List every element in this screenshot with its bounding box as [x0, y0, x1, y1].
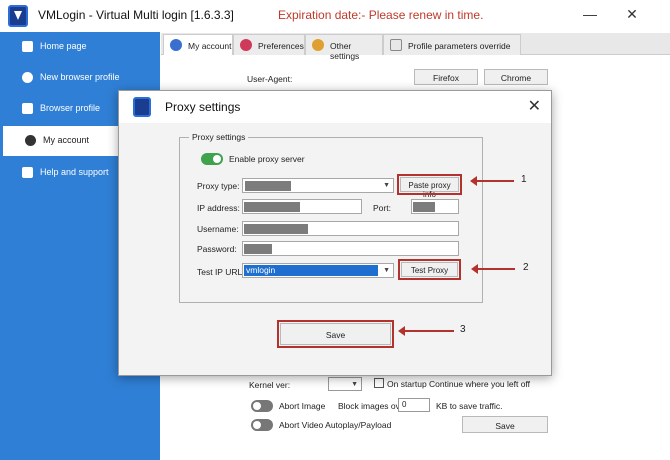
chevron-down-icon: ▼	[383, 267, 390, 274]
group-title: Proxy settings	[189, 132, 249, 142]
annotation-arrow-2	[471, 264, 515, 274]
username-label: Username:	[197, 224, 239, 234]
redacted-value	[245, 181, 291, 191]
folder-icon	[22, 103, 33, 114]
redacted-value	[244, 224, 308, 234]
annotation-number-2: 2	[523, 262, 529, 273]
sidebar-item-label: Home page	[40, 41, 87, 51]
annotation-number-3: 3	[460, 324, 466, 335]
plus-icon	[22, 72, 33, 83]
app-logo-icon	[133, 97, 151, 117]
startup-label: On startup Continue where you left off	[387, 379, 531, 389]
tab-label: My account	[188, 41, 232, 51]
username-input[interactable]	[242, 221, 459, 236]
tab-other-settings[interactable]: Other settings	[305, 34, 383, 61]
chevron-down-icon: ▼	[383, 182, 390, 189]
annotation-arrow-1	[470, 176, 514, 186]
abort-video-toggle[interactable]	[251, 419, 273, 431]
proxy-settings-dialog: Proxy settings ✕ Proxy settings Enable p…	[118, 90, 552, 376]
sidebar-item-label: Browser profile	[40, 103, 101, 113]
tab-profile-parameters[interactable]: Profile parameters override	[383, 34, 521, 55]
enable-proxy-label: Enable proxy server	[229, 154, 305, 164]
proxy-type-select[interactable]: ▼	[242, 178, 394, 193]
app-title: VMLogin - Virtual Multi login [1.6.3.3]	[38, 8, 234, 22]
document-icon	[390, 39, 402, 51]
user-agent-label: User-Agent:	[247, 74, 293, 84]
dialog-body: Proxy settings Enable proxy server Proxy…	[119, 123, 551, 375]
port-input[interactable]	[411, 199, 459, 214]
proxy-settings-group	[179, 137, 483, 303]
kernel-label: Kernel ver:	[249, 380, 291, 390]
password-label: Password:	[197, 244, 237, 254]
sidebar-item-new-profile[interactable]: New browser profile	[0, 63, 160, 93]
test-ip-url-select[interactable]: vmlogin ▼	[242, 263, 394, 278]
tab-label: Profile parameters override	[408, 41, 511, 51]
sidebar-item-label: My account	[43, 135, 90, 145]
tab-label: Other settings	[330, 41, 360, 61]
sidebar-item-label: Help and support	[40, 167, 109, 177]
sidebar-item-home[interactable]: Home page	[0, 32, 160, 62]
chrome-button[interactable]: Chrome	[484, 69, 548, 85]
save-button[interactable]: Save	[277, 320, 394, 348]
home-icon	[22, 41, 33, 52]
user-icon	[25, 135, 36, 146]
redacted-value	[413, 202, 435, 212]
background-save-button[interactable]: Save	[462, 416, 548, 433]
annotation-arrow-3	[398, 326, 454, 336]
dialog-close-icon[interactable]: ✕	[528, 96, 541, 116]
abort-image-label: Abort Image	[279, 401, 326, 411]
ip-address-input[interactable]	[242, 199, 362, 214]
ip-address-label: IP address:	[197, 203, 240, 213]
test-ip-url-label: Test IP URL:	[197, 267, 245, 277]
redacted-value	[244, 202, 300, 212]
minimize-button[interactable]: —	[580, 6, 600, 22]
tab-preferences[interactable]: Preferences	[233, 34, 305, 55]
startup-checkbox[interactable]	[374, 378, 384, 388]
annotation-number-1: 1	[521, 174, 527, 185]
port-label: Port:	[373, 203, 391, 213]
block-images-stepper[interactable]: 0	[398, 398, 430, 412]
password-input[interactable]	[242, 241, 459, 256]
tab-label: Preferences	[258, 41, 304, 51]
proxy-type-label: Proxy type:	[197, 181, 240, 191]
chevron-down-icon: ▼	[351, 381, 358, 388]
tools-icon	[312, 39, 324, 51]
test-proxy-button[interactable]: Test Proxy	[398, 259, 461, 280]
enable-proxy-toggle[interactable]	[201, 153, 223, 165]
expiration-notice: Expiration date:- Please renew in time.	[278, 8, 484, 22]
paste-proxy-info-button[interactable]: Paste proxy info	[397, 174, 462, 199]
close-button[interactable]: ✕	[622, 6, 642, 23]
tab-my-account[interactable]: My account	[163, 34, 233, 55]
help-icon	[22, 167, 33, 178]
block-images-value: 0	[402, 400, 407, 409]
user-icon	[170, 39, 182, 51]
abort-image-toggle[interactable]	[251, 400, 273, 412]
kernel-select[interactable]: ▼	[328, 377, 362, 391]
firefox-button[interactable]: Firefox	[414, 69, 478, 85]
sidebar-item-label: New browser profile	[40, 72, 120, 82]
dialog-title: Proxy settings	[165, 100, 241, 114]
heart-icon	[240, 39, 252, 51]
redacted-value	[244, 244, 272, 254]
abort-video-label: Abort Video Autoplay/Payload	[279, 420, 392, 430]
tab-bar: My account Preferences Other settings Pr…	[161, 33, 670, 61]
kb-label: KB to save traffic.	[436, 401, 503, 411]
title-bar: VMLogin - Virtual Multi login [1.6.3.3] …	[0, 0, 670, 32]
test-ip-url-value: vmlogin	[244, 265, 378, 276]
app-logo-icon	[8, 5, 28, 27]
